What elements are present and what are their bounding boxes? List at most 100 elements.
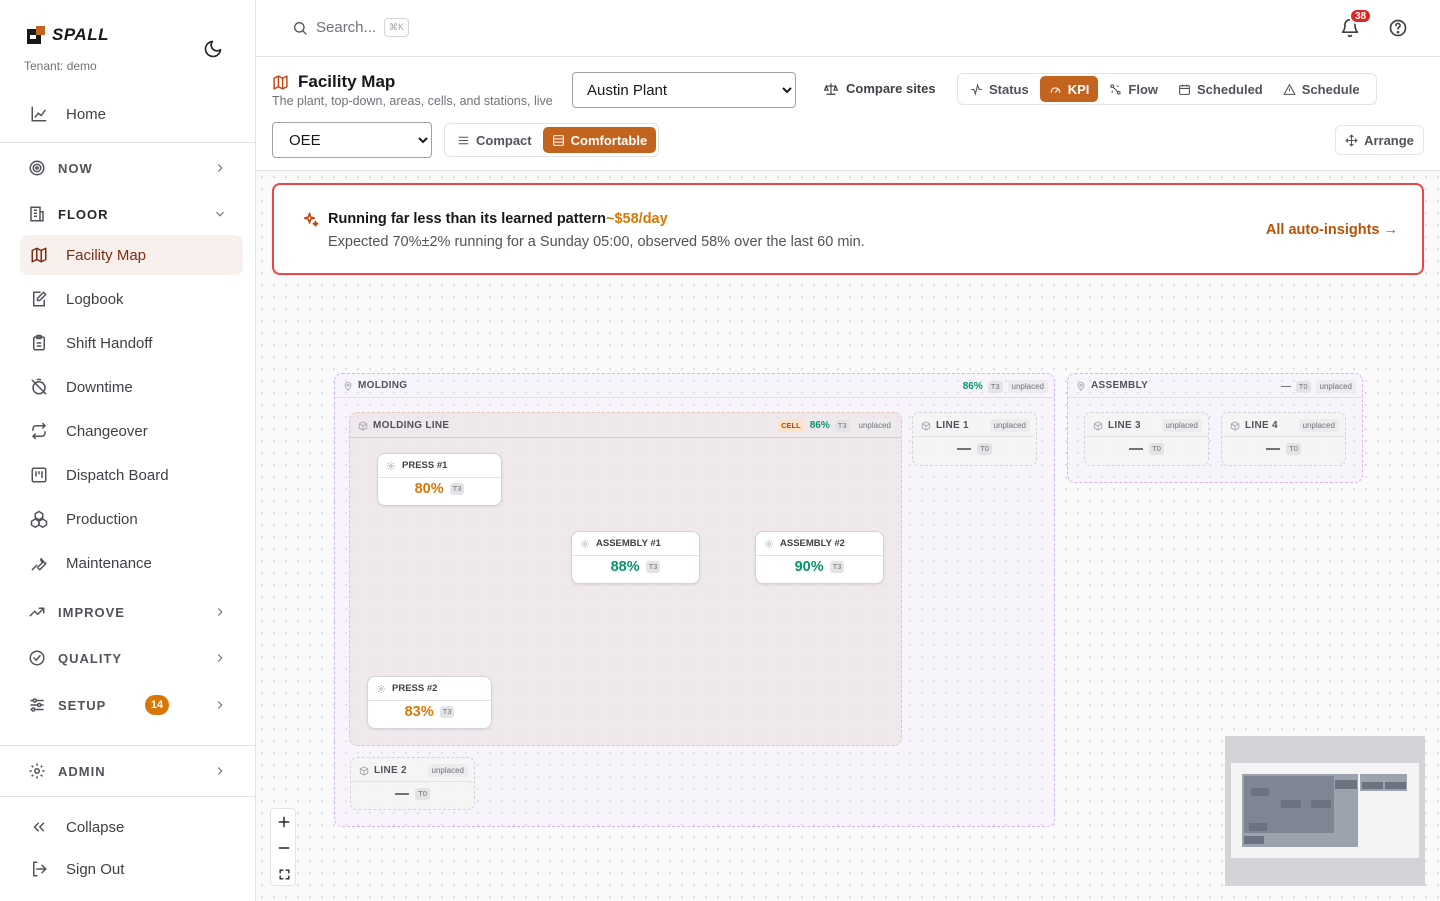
tab-label: Scheduled [1197, 81, 1263, 97]
site-select[interactable]: Austin Plant [572, 72, 796, 108]
station-press-2[interactable]: PRESS #2 83% T3 [367, 676, 492, 729]
chevron-right-icon [217, 654, 223, 662]
tab-schedule[interactable]: Schedule [1274, 76, 1369, 102]
boxes-icon [30, 510, 48, 528]
density-label: Compact [476, 132, 532, 148]
sidebar-group-label: IMPROVE [58, 604, 125, 620]
sidebar-item-shift-handoff[interactable]: Shift Handoff [20, 323, 243, 363]
station-kpi-value: 83% [404, 704, 434, 720]
station-name: ASSEMBLY #2 [780, 538, 845, 549]
area-name: ASSEMBLY [1091, 380, 1149, 391]
tab-label: KPI [1067, 81, 1090, 97]
collapse-sidebar-button[interactable]: Collapse [20, 807, 243, 847]
sidebar-group-floor[interactable]: FLOOR [20, 194, 243, 234]
tab-kpi[interactable]: KPI [1039, 76, 1099, 102]
density-compact-button[interactable]: Compact [448, 127, 541, 153]
radar-icon [29, 160, 45, 176]
kpi-select[interactable]: OEE [272, 122, 432, 158]
station-assembly-1[interactable]: ASSEMBLY #1 88% T3 [571, 531, 700, 584]
zoom-out-button[interactable] [271, 835, 297, 861]
compare-sites-button[interactable]: Compare sites [824, 81, 936, 96]
rows-icon [458, 136, 469, 144]
line-label: LINE 4 [1230, 420, 1278, 431]
fit-view-button[interactable] [271, 861, 297, 887]
theme-toggle-button[interactable] [203, 39, 223, 59]
tab-status[interactable]: Status [961, 76, 1038, 102]
cell-kpi-value: 86% [809, 420, 830, 431]
minimap[interactable] [1225, 736, 1425, 886]
help-button[interactable] [1388, 18, 1408, 38]
gear-icon [386, 461, 396, 470]
chevron-right-icon [217, 164, 223, 172]
search-input[interactable]: Search... ⌘K [292, 18, 410, 37]
sidebar-group-admin[interactable]: ADMIN [20, 751, 243, 791]
line-label: LINE 1 [921, 420, 969, 431]
gear-icon [29, 763, 45, 779]
sidebar-item-facility-map[interactable]: Facility Map [20, 235, 243, 275]
sidebar-item-dispatch-board[interactable]: Dispatch Board [20, 455, 243, 495]
app-logo[interactable]: SPALL [26, 25, 109, 45]
sign-out-button[interactable]: Sign Out [20, 849, 243, 889]
sidebar-group-now[interactable]: NOW [20, 148, 243, 188]
map-icon [31, 247, 47, 263]
density-comfortable-button[interactable]: Comfortable [542, 127, 657, 153]
station-header: ASSEMBLY #2 [756, 532, 883, 556]
line-2[interactable]: LINE 2 unplaced T0 [350, 757, 475, 810]
line-name: LINE 4 [1245, 420, 1278, 431]
warning-triangle-icon [1283, 83, 1296, 95]
sidebar-group-label: SETUP [58, 697, 107, 713]
sidebar-group-quality[interactable]: QUALITY [20, 638, 243, 678]
sidebar-item-production[interactable]: Production [20, 499, 243, 539]
sidebar-item-logbook[interactable]: Logbook [20, 279, 243, 319]
sidebar-group-improve[interactable]: IMPROVE [20, 592, 243, 632]
line-header: LINE 3 unplaced [1085, 413, 1208, 437]
tab-flow[interactable]: Flow [1100, 76, 1167, 102]
station-header: ASSEMBLY #1 [572, 532, 699, 556]
tier-tag: T3 [987, 380, 1003, 393]
station-body: 83% T3 [368, 704, 491, 720]
all-auto-insights-link[interactable]: All auto-insights → [1266, 222, 1398, 238]
cube-icon [1093, 420, 1103, 431]
gear-icon [764, 539, 774, 548]
gauge-icon [1050, 86, 1061, 93]
sidebar-item-label: Changeover [66, 422, 148, 440]
station-press-1[interactable]: PRESS #1 80% T3 [377, 453, 502, 506]
zoom-in-button[interactable] [271, 809, 297, 835]
sidebar-item-home[interactable]: Home [20, 94, 243, 134]
line-label: LINE 3 [1093, 420, 1141, 431]
station-name: PRESS #2 [392, 683, 438, 694]
area-header: MOLDING 86% T3 unplaced [335, 374, 1054, 398]
sidebar-item-downtime[interactable]: Downtime [20, 367, 243, 407]
log-out-icon [33, 861, 47, 877]
tier-tag: T0 [1286, 443, 1301, 455]
sidebar-group-setup[interactable]: SETUP 14 [20, 685, 243, 725]
calendar-icon [1179, 84, 1190, 95]
area-kpi-value: 86% [962, 381, 983, 392]
line-4[interactable]: LINE 4 unplaced T0 [1221, 412, 1346, 466]
unplaced-tag: unplaced [1161, 419, 1202, 432]
no-data-dash [1129, 448, 1144, 450]
line-3[interactable]: LINE 3 unplaced T0 [1084, 412, 1209, 466]
sidebar-item-label: Home [66, 105, 107, 123]
sidebar-item-label: Maintenance [66, 554, 152, 572]
sidebar-item-label: Sign Out [66, 860, 125, 878]
line-label: LINE 2 [359, 765, 407, 776]
station-header: PRESS #2 [368, 677, 491, 701]
arrange-button[interactable]: Arrange [1335, 125, 1424, 155]
line-name: LINE 2 [374, 765, 407, 776]
tab-label: Flow [1128, 81, 1159, 97]
minimap-view [1231, 763, 1419, 858]
station-body: 80% T3 [378, 481, 501, 497]
sidebar-item-label: Facility Map [66, 246, 147, 264]
sidebar-item-changeover[interactable]: Changeover [20, 411, 243, 451]
line-1[interactable]: LINE 1 unplaced T0 [912, 412, 1037, 466]
sidebar-item-label: Collapse [66, 818, 125, 836]
plus-icon [278, 816, 290, 828]
facility-map-canvas[interactable]: Running far less than its learned patter… [256, 171, 1440, 901]
tab-scheduled[interactable]: Scheduled [1169, 76, 1272, 102]
arrange-label: Arrange [1364, 132, 1414, 148]
station-assembly-2[interactable]: ASSEMBLY #2 90% T3 [755, 531, 884, 584]
page-header: Facility Map The plant, top-down, areas,… [256, 57, 1440, 171]
sidebar-item-maintenance[interactable]: Maintenance [20, 543, 243, 583]
move-icon [1345, 133, 1358, 147]
